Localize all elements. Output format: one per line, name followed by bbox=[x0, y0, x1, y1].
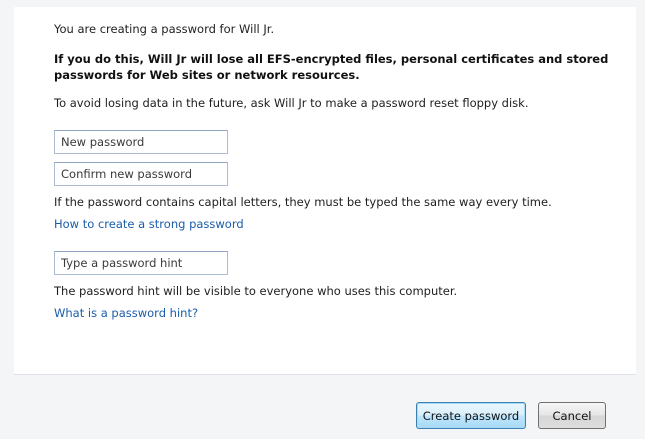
hint-section bbox=[54, 251, 616, 275]
advice-text: To avoid losing data in the future, ask … bbox=[54, 96, 529, 110]
new-password-field[interactable] bbox=[54, 130, 228, 154]
capital-letters-note: If the password contains capital letters… bbox=[54, 195, 552, 209]
dialog-content: You are creating a password for Will Jr.… bbox=[54, 21, 616, 321]
confirm-password-field[interactable] bbox=[54, 162, 228, 186]
strong-password-link[interactable]: How to create a strong password bbox=[54, 216, 244, 232]
password-hint-field[interactable] bbox=[54, 251, 228, 275]
hint-visibility-note: The password hint will be visible to eve… bbox=[54, 284, 458, 298]
cancel-button[interactable]: Cancel bbox=[538, 402, 606, 429]
dialog-footer: Create password Cancel bbox=[14, 374, 636, 439]
warning-text: If you do this, Will Jr will lose all EF… bbox=[54, 52, 609, 82]
create-password-dialog: You are creating a password for Will Jr.… bbox=[14, 7, 636, 439]
create-password-button[interactable]: Create password bbox=[416, 402, 526, 429]
password-hint-help-link[interactable]: What is a password hint? bbox=[54, 305, 198, 321]
intro-text: You are creating a password for Will Jr. bbox=[54, 22, 275, 36]
